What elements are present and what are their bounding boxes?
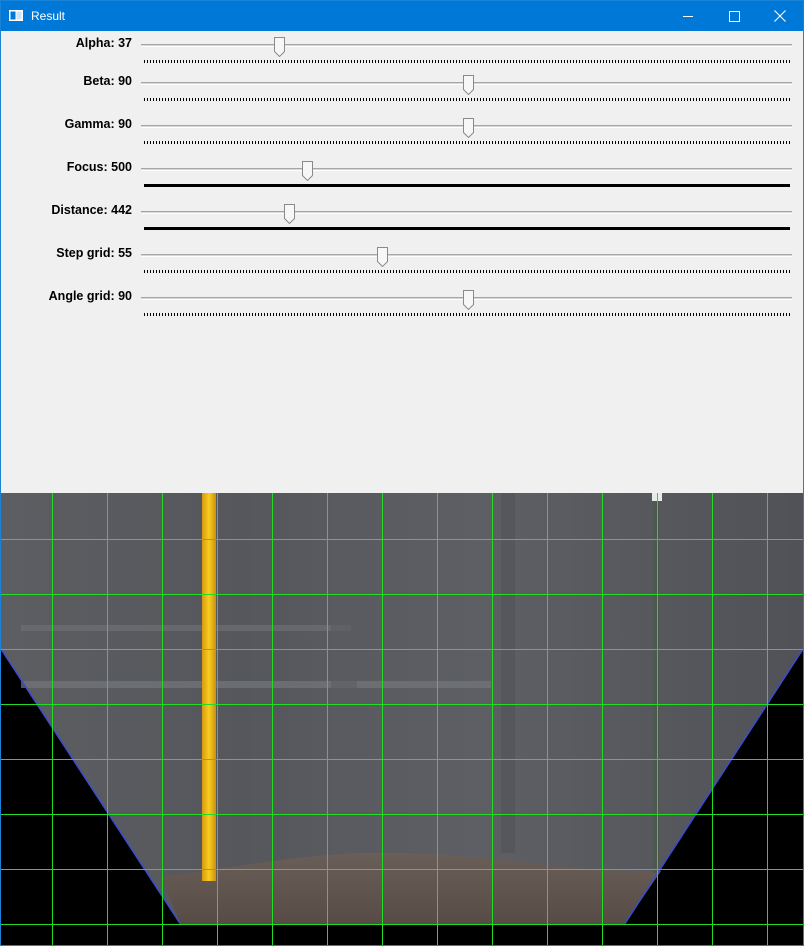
trackbar-distance: Distance: 442 xyxy=(1,198,803,241)
trackbar-thumb[interactable] xyxy=(463,75,474,95)
trackbar-track[interactable] xyxy=(141,168,792,171)
title-bar[interactable]: Result xyxy=(1,1,803,31)
trackbar-label: Angle grid: 90 xyxy=(48,289,132,303)
trackbar-label: Step grid: 55 xyxy=(56,246,132,260)
close-icon xyxy=(774,10,786,22)
trackbar-beta: Beta: 90 xyxy=(1,69,803,112)
trackbar-track[interactable] xyxy=(141,211,792,214)
trackbar-track[interactable] xyxy=(141,254,792,257)
close-button[interactable] xyxy=(757,1,803,31)
trackbar-ticks xyxy=(144,227,790,230)
birds-eye-image xyxy=(1,493,803,945)
trackbar-panel: Alpha: 37 Beta: 90 Gamma: 90 Focus: 500 xyxy=(1,31,803,493)
trackbar-thumb[interactable] xyxy=(302,161,313,181)
trackbar-thumb[interactable] xyxy=(463,118,474,138)
trackbar-ticks xyxy=(144,141,790,144)
result-window: Result Alpha: 37 Beta: 90 Gamma: 90 Focu… xyxy=(0,0,804,946)
trackbar-ticks xyxy=(144,60,790,63)
trackbar-focus: Focus: 500 xyxy=(1,155,803,198)
trackbar-step-grid: Step grid: 55 xyxy=(1,241,803,284)
trackbar-gamma: Gamma: 90 xyxy=(1,112,803,155)
warped-camera-view xyxy=(1,493,803,945)
trackbar-thumb[interactable] xyxy=(377,247,388,267)
minimize-button[interactable] xyxy=(665,1,711,31)
trackbar-angle-grid: Angle grid: 90 xyxy=(1,284,803,327)
trackbar-ticks xyxy=(144,184,790,187)
window-title: Result xyxy=(31,9,66,23)
trackbar-label: Alpha: 37 xyxy=(75,36,132,50)
trackbar-ticks xyxy=(144,313,790,316)
maximize-button[interactable] xyxy=(711,1,757,31)
trackbar-label: Beta: 90 xyxy=(83,74,132,88)
app-icon xyxy=(9,10,23,21)
trackbar-track[interactable] xyxy=(141,44,792,47)
trackbar-ticks xyxy=(144,270,790,273)
trackbar-thumb[interactable] xyxy=(463,290,474,310)
trackbar-ticks xyxy=(144,98,790,101)
maximize-icon xyxy=(728,10,740,22)
minimize-icon xyxy=(682,15,693,17)
trackbar-alpha: Alpha: 37 xyxy=(1,31,803,74)
trackbar-thumb[interactable] xyxy=(284,204,295,224)
trackbar-label: Focus: 500 xyxy=(66,160,132,174)
trackbar-label: Gamma: 90 xyxy=(64,117,132,131)
yellow-stripe xyxy=(202,493,216,881)
trackbar-label: Distance: 442 xyxy=(51,203,132,217)
trackbar-thumb[interactable] xyxy=(274,37,285,57)
